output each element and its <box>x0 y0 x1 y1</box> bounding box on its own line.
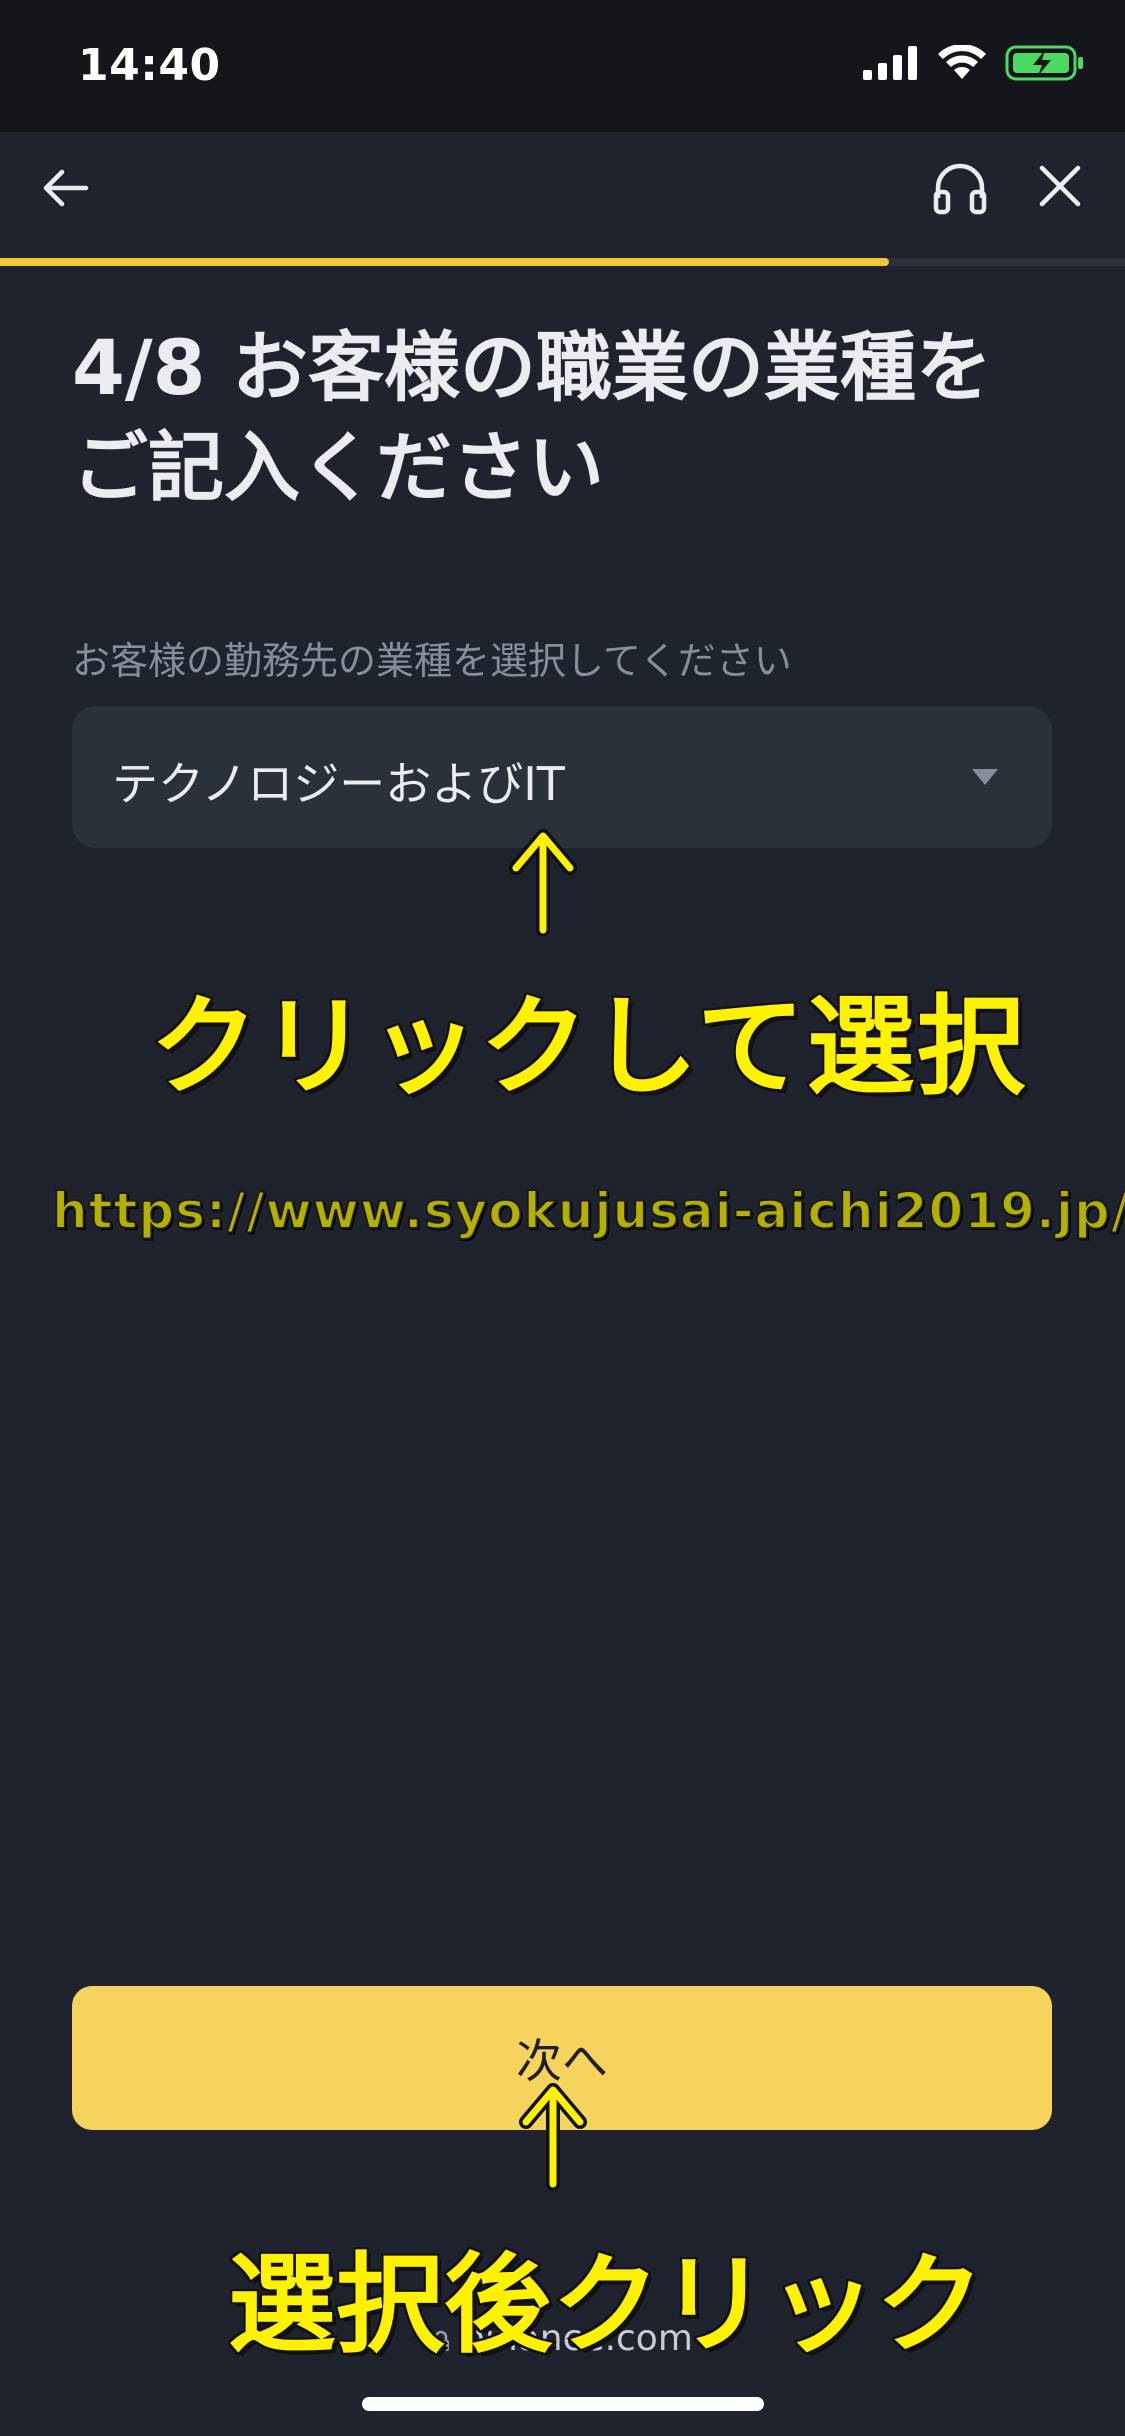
watermark-url: https://www.syokujusai-aichi2019.jp/ <box>51 1181 1125 1241</box>
back-arrow-icon[interactable] <box>38 160 94 216</box>
status-bar: 14:40 <box>0 0 1125 132</box>
headset-icon[interactable] <box>930 158 990 218</box>
home-indicator[interactable] <box>362 2397 764 2411</box>
annotation-arrow-up-icon <box>509 829 577 936</box>
nav-bar <box>0 132 1125 258</box>
screen: 14:40 4/8 お客様の職業の業種をご記入ください お客様の勤務先の業種を選… <box>0 0 1125 2436</box>
annotation-arrow-up-icon <box>519 2083 587 2190</box>
field-label: お客様の勤務先の業種を選択してください <box>72 639 792 683</box>
select-value: テクノロジーおよびIT <box>112 757 565 811</box>
caret-down-icon <box>972 769 998 785</box>
close-icon[interactable] <box>1034 160 1086 212</box>
wifi-icon <box>938 45 986 79</box>
page-title: 4/8 お客様の職業の業種をご記入ください <box>72 323 992 512</box>
signal-icon <box>863 46 917 80</box>
status-icons <box>863 44 1085 82</box>
battery-charging-icon <box>1005 45 1083 81</box>
annotation-after-select: 選択後クリック <box>226 2241 986 2370</box>
progress-bar <box>0 258 1125 266</box>
progress-fill <box>0 258 889 266</box>
status-time: 14:40 <box>78 40 221 91</box>
annotation-click-select: クリックして選択 <box>148 983 1027 1112</box>
